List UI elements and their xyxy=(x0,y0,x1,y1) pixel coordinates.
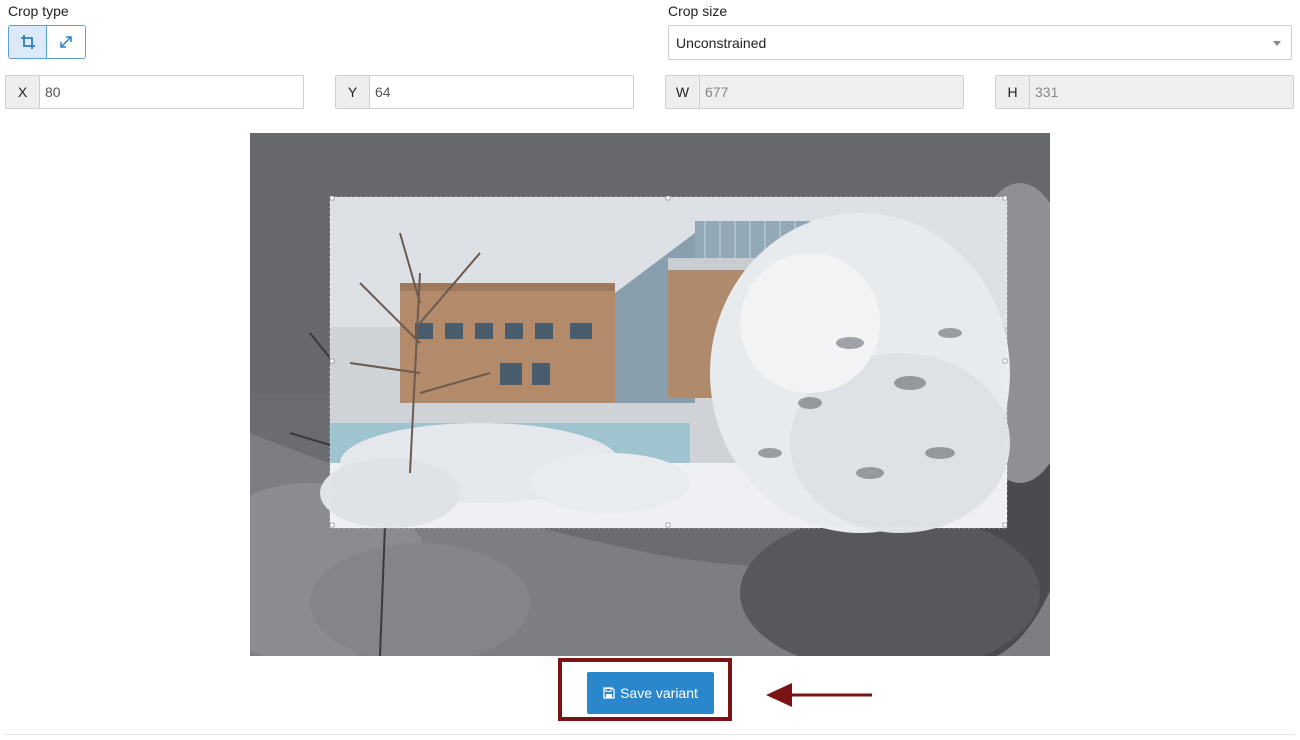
crop-size-label: Crop size xyxy=(668,3,728,19)
floppy-disk-icon xyxy=(603,687,615,699)
w-field-group: W 677 xyxy=(665,75,964,109)
save-variant-button[interactable]: Save variant xyxy=(587,672,714,714)
crop-size-select[interactable]: Unconstrained xyxy=(668,25,1292,60)
crop-mode-button[interactable] xyxy=(9,26,47,58)
winter-campus-photo xyxy=(250,133,1050,656)
w-input: 677 xyxy=(700,76,963,108)
h-input: 331 xyxy=(1030,76,1293,108)
crop-selection[interactable] xyxy=(320,195,1010,533)
crop-type-toggle xyxy=(8,25,86,59)
crop-canvas[interactable] xyxy=(250,133,1050,656)
crop-icon xyxy=(20,35,35,49)
x-input[interactable]: 80 xyxy=(40,76,303,108)
save-variant-label: Save variant xyxy=(620,685,698,701)
x-label: X xyxy=(6,76,40,108)
w-label: W xyxy=(666,76,700,108)
y-input[interactable]: 64 xyxy=(370,76,633,108)
expand-icon xyxy=(60,36,72,48)
x-field-group: X 80 xyxy=(5,75,304,109)
chevron-down-icon xyxy=(1273,41,1281,46)
y-label: Y xyxy=(336,76,370,108)
crop-size-selected: Unconstrained xyxy=(676,34,767,51)
h-label: H xyxy=(996,76,1030,108)
divider xyxy=(5,734,1295,735)
y-field-group: Y 64 xyxy=(335,75,634,109)
expand-mode-button[interactable] xyxy=(47,26,85,58)
h-field-group: H 331 xyxy=(995,75,1294,109)
crop-type-label: Crop type xyxy=(8,3,69,19)
arrow-left-icon xyxy=(766,683,872,707)
